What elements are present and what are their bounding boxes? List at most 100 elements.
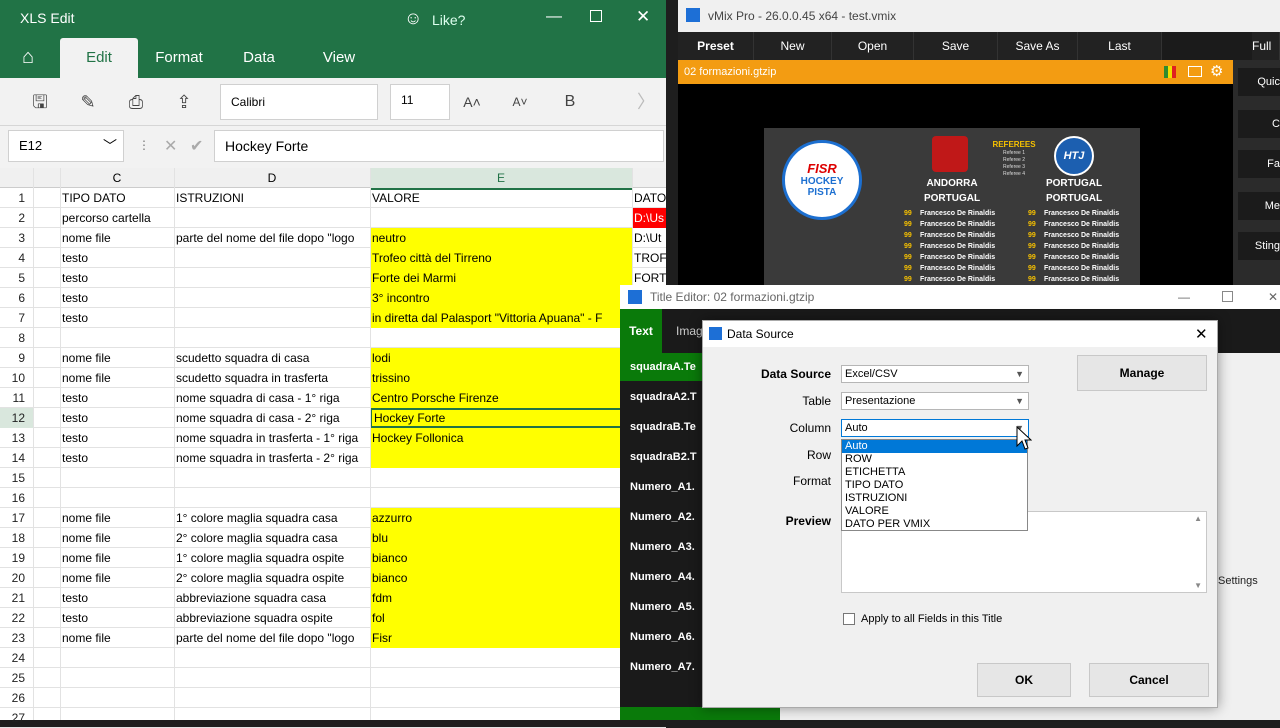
field-item[interactable]: squadraB.Te <box>630 421 702 433</box>
row-header[interactable]: 22 <box>0 608 33 628</box>
open-button[interactable]: Open <box>832 32 914 60</box>
share-icon[interactable]: ⇪ <box>172 90 196 114</box>
cell-f1[interactable]: DATO <box>632 188 666 208</box>
cell-d12[interactable]: nome squadra di casa - 2° riga <box>174 408 370 428</box>
cell-d16[interactable] <box>174 488 370 508</box>
cell-d23[interactable]: parte del nome del file dopo "logo <box>174 628 370 648</box>
cell-c20[interactable]: nome file <box>60 568 174 588</box>
row-header[interactable]: 21 <box>0 588 33 608</box>
row-header[interactable]: 26 <box>0 688 33 708</box>
print-icon[interactable]: ⎙ <box>124 90 148 114</box>
spreadsheet-grid[interactable]: C D E 1 TIPO DATO ISTRUZIONI VALORE DATO 2 per… <box>0 168 666 728</box>
field-item[interactable]: Numero_A2. <box>630 511 702 523</box>
field-item[interactable]: Numero_A5. <box>630 601 702 613</box>
row-header[interactable]: 2 <box>0 208 33 228</box>
row-header[interactable]: 11 <box>0 388 33 408</box>
cell-d8[interactable] <box>174 328 370 348</box>
cell-d20[interactable]: 2° colore maglia squadra ospite <box>174 568 370 588</box>
save-button[interactable]: Save <box>914 32 998 60</box>
manage-button[interactable]: Manage <box>1077 355 1207 391</box>
cell-d21[interactable]: abbreviazione squadra casa <box>174 588 370 608</box>
cell-d22[interactable]: abbreviazione squadra ospite <box>174 608 370 628</box>
cell-e22[interactable]: fol <box>370 608 632 628</box>
chevron-right-icon[interactable]: 〉 <box>634 90 658 114</box>
row-header[interactable]: 13 <box>0 428 33 448</box>
cell-e3[interactable]: neutro <box>370 228 632 248</box>
cell-e13[interactable]: Hockey Follonica <box>370 428 632 448</box>
settings-label[interactable]: Settings <box>1218 575 1258 587</box>
field-item[interactable]: Numero_A3. <box>630 541 702 553</box>
field-item[interactable]: Numero_A6. <box>630 631 702 643</box>
scroll-up-icon[interactable]: ▲ <box>1194 514 1202 523</box>
cell-f4[interactable]: TROF <box>632 248 666 268</box>
quick-play-button[interactable]: Quic <box>1238 68 1280 96</box>
stinger-button[interactable]: Sting <box>1238 232 1280 260</box>
cell-reference-box[interactable]: E12 ﹀ <box>8 130 124 162</box>
tab-view[interactable]: View <box>300 38 378 78</box>
cell-c22[interactable]: testo <box>60 608 174 628</box>
cell-d15[interactable] <box>174 468 370 488</box>
row-header[interactable]: 4 <box>0 248 33 268</box>
save-icon[interactable]: 🖫 <box>28 90 52 114</box>
dropdown-option[interactable]: VALORE <box>842 505 1027 518</box>
decrease-font-icon[interactable]: A˅ <box>508 90 532 114</box>
cell-c4[interactable]: testo <box>60 248 174 268</box>
cell-c16[interactable] <box>60 488 174 508</box>
cell-c14[interactable]: testo <box>60 448 174 468</box>
row-header[interactable]: 10 <box>0 368 33 388</box>
cell-e10[interactable]: trissino <box>370 368 632 388</box>
col-header-c[interactable]: C <box>60 168 174 188</box>
maximize-icon[interactable] <box>1222 291 1233 302</box>
row-header[interactable]: 23 <box>0 628 33 648</box>
ok-button[interactable]: OK <box>977 663 1071 697</box>
cell-c10[interactable]: nome file <box>60 368 174 388</box>
row-header[interactable]: 6 <box>0 288 33 308</box>
cell-d26[interactable] <box>174 688 370 708</box>
field-item[interactable]: Numero_A1. <box>630 481 702 493</box>
cell-d10[interactable]: scudetto squadra in trasferta <box>174 368 370 388</box>
close-icon[interactable]: ✕ <box>636 7 650 27</box>
cell-e4[interactable]: Trofeo città del Tirreno <box>370 248 632 268</box>
cell-c8[interactable] <box>60 328 174 348</box>
row-header[interactable]: 25 <box>0 668 33 688</box>
preset-button[interactable]: Preset <box>678 32 754 60</box>
row-header[interactable]: 24 <box>0 648 33 668</box>
table-select[interactable]: Presentazione ▼ <box>841 392 1029 410</box>
cell-e25[interactable] <box>370 668 632 688</box>
col-header-e[interactable]: E <box>370 168 632 190</box>
cell-e9[interactable]: lodi <box>370 348 632 368</box>
dropdown-option[interactable]: ISTRUZIONI <box>842 492 1027 505</box>
cell-d11[interactable]: nome squadra di casa - 1° riga <box>174 388 370 408</box>
new-button[interactable]: New <box>754 32 832 60</box>
cell-e26[interactable] <box>370 688 632 708</box>
cell-c15[interactable] <box>60 468 174 488</box>
cell-c1[interactable]: TIPO DATO <box>60 188 174 208</box>
cell-e21[interactable]: fdm <box>370 588 632 608</box>
formula-input[interactable]: Hockey Forte <box>214 130 664 162</box>
home-icon[interactable]: ⌂ <box>22 46 34 69</box>
cell-c7[interactable]: testo <box>60 308 174 328</box>
cell-e15[interactable] <box>370 468 632 488</box>
cell-c11[interactable]: testo <box>60 388 174 408</box>
cell-e6[interactable]: 3° incontro <box>370 288 632 308</box>
cell-f2[interactable]: D:\Us <box>632 208 666 228</box>
fullscreen-button[interactable]: Full <box>1252 32 1280 60</box>
row-header[interactable]: 17 <box>0 508 33 528</box>
confirm-edit-icon[interactable]: ✔ <box>190 136 203 156</box>
maximize-icon[interactable] <box>590 10 602 22</box>
cell-e18[interactable]: blu <box>370 528 632 548</box>
cell-e7[interactable]: in diretta dal Palasport "Vittoria Apuan… <box>370 308 632 328</box>
field-item[interactable]: squadraA.Te <box>630 361 702 373</box>
cell-c17[interactable]: nome file <box>60 508 174 528</box>
column-select[interactable]: Auto ▼ <box>841 419 1029 437</box>
dropdown-option[interactable]: ROW <box>842 453 1027 466</box>
column-dropdown-list[interactable]: Auto ROW ETICHETTA TIPO DATO ISTRUZIONI VALOR… <box>841 439 1028 531</box>
cell-c13[interactable]: testo <box>60 428 174 448</box>
cell-c18[interactable]: nome file <box>60 528 174 548</box>
apply-all-checkbox[interactable] <box>843 613 855 625</box>
field-item[interactable]: squadraB2.T <box>630 451 702 463</box>
row-header[interactable]: 14 <box>0 448 33 468</box>
cell-e12[interactable]: Hockey Forte <box>370 408 632 428</box>
cancel-edit-icon[interactable]: ✕ <box>164 136 177 156</box>
cell-e5[interactable]: Forte dei Marmi <box>370 268 632 288</box>
